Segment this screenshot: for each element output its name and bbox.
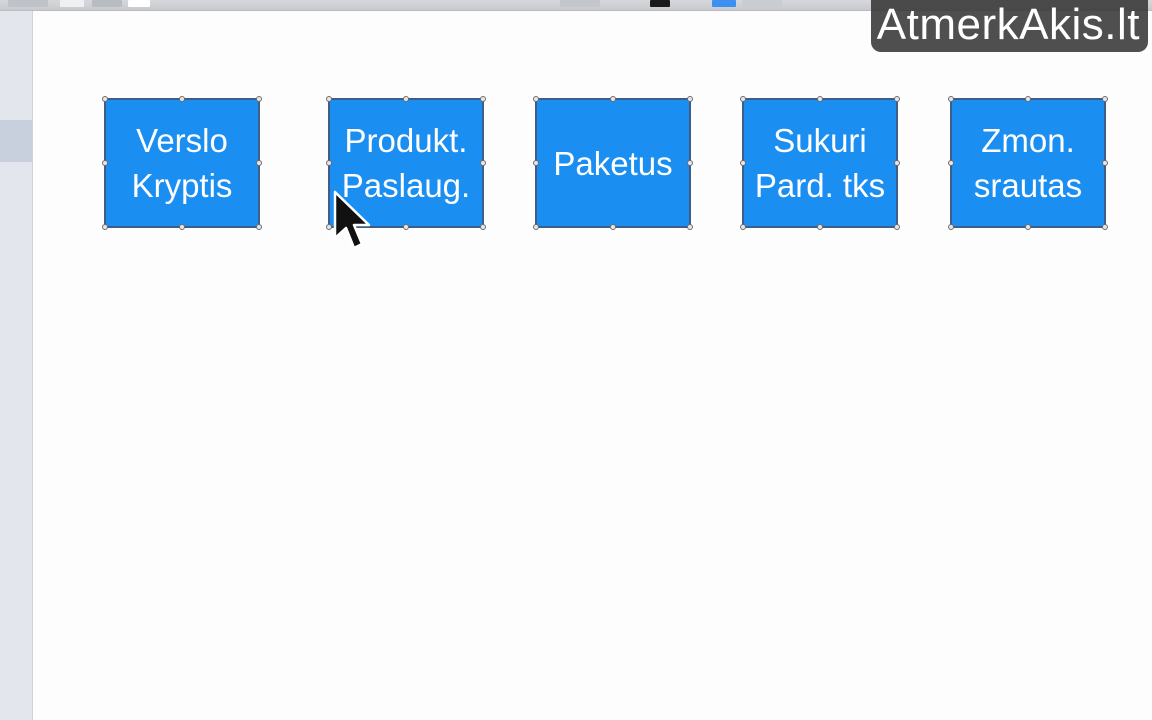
resize-handle[interactable] bbox=[687, 224, 693, 230]
resize-handle[interactable] bbox=[326, 160, 332, 166]
app-window: Verslo Kryptis Produkt. Paslaug. Paketus bbox=[0, 0, 1152, 720]
toolbar-color-swatch[interactable] bbox=[650, 0, 670, 7]
resize-handle[interactable] bbox=[610, 224, 616, 230]
resize-handle[interactable] bbox=[740, 224, 746, 230]
resize-handle[interactable] bbox=[326, 224, 332, 230]
toolbar-control[interactable] bbox=[742, 0, 782, 7]
resize-handle[interactable] bbox=[1102, 224, 1108, 230]
resize-handle[interactable] bbox=[533, 160, 539, 166]
shape-label: Verslo Kryptis bbox=[132, 118, 233, 208]
resize-handle[interactable] bbox=[687, 160, 693, 166]
shape-label-line: Produkt. bbox=[344, 122, 468, 159]
shape-label-line: Verslo bbox=[136, 122, 228, 159]
resize-handle[interactable] bbox=[326, 96, 332, 102]
resize-handle[interactable] bbox=[948, 160, 954, 166]
resize-handle[interactable] bbox=[894, 160, 900, 166]
resize-handle[interactable] bbox=[894, 96, 900, 102]
resize-handle[interactable] bbox=[403, 224, 409, 230]
shape-label-line: Paslaug. bbox=[341, 167, 471, 204]
resize-handle[interactable] bbox=[256, 160, 262, 166]
shape-label-line: Kryptis bbox=[131, 167, 233, 204]
resize-handle[interactable] bbox=[256, 224, 262, 230]
toolbar-control[interactable] bbox=[92, 0, 122, 7]
shape-label: Sukuri Pard. tks bbox=[755, 118, 885, 208]
toolbar-control[interactable] bbox=[560, 0, 600, 7]
resize-handle[interactable] bbox=[480, 96, 486, 102]
resize-handle[interactable] bbox=[948, 224, 954, 230]
resize-handle[interactable] bbox=[740, 96, 746, 102]
resize-handle[interactable] bbox=[1102, 160, 1108, 166]
shape-label-line: Paketus bbox=[553, 144, 673, 182]
shape-box-zmon-srautas[interactable]: Zmon. srautas bbox=[948, 96, 1108, 230]
sidebar-selected-item[interactable] bbox=[0, 120, 32, 162]
resize-handle[interactable] bbox=[687, 96, 693, 102]
resize-handle[interactable] bbox=[256, 96, 262, 102]
toolbar-control[interactable] bbox=[60, 0, 84, 7]
shape-label-line: Pard. tks bbox=[754, 167, 886, 204]
resize-handle[interactable] bbox=[480, 224, 486, 230]
resize-handle[interactable] bbox=[610, 96, 616, 102]
shape-box-verslo-kryptis[interactable]: Verslo Kryptis bbox=[102, 96, 262, 230]
watermark-text: AtmerkAkis.lt bbox=[870, 0, 1148, 52]
resize-handle[interactable] bbox=[102, 160, 108, 166]
toolbar-control[interactable] bbox=[128, 0, 150, 7]
resize-handle[interactable] bbox=[740, 160, 746, 166]
resize-handle[interactable] bbox=[1025, 96, 1031, 102]
shape-box-produkt-paslaug[interactable]: Produkt. Paslaug. bbox=[326, 96, 486, 230]
toolbar-control[interactable] bbox=[8, 0, 48, 7]
resize-handle[interactable] bbox=[102, 96, 108, 102]
resize-handle[interactable] bbox=[480, 160, 486, 166]
shape-box-sukuri-pard-tks[interactable]: Sukuri Pard. tks bbox=[740, 96, 900, 230]
resize-handle[interactable] bbox=[817, 224, 823, 230]
toolbar-color-swatch[interactable] bbox=[712, 0, 736, 7]
shape-box-paketus[interactable]: Paketus bbox=[533, 96, 693, 230]
shape-label: Zmon. srautas bbox=[974, 118, 1082, 208]
resize-handle[interactable] bbox=[102, 224, 108, 230]
resize-handle[interactable] bbox=[533, 96, 539, 102]
shape-label: Paketus bbox=[553, 141, 672, 186]
shape-label-line: Sukuri bbox=[773, 122, 867, 159]
resize-handle[interactable] bbox=[894, 224, 900, 230]
resize-handle[interactable] bbox=[1025, 224, 1031, 230]
shape-label-line: Zmon. bbox=[981, 122, 1075, 159]
resize-handle[interactable] bbox=[1102, 96, 1108, 102]
shape-label-line: srautas bbox=[973, 167, 1083, 204]
resize-handle[interactable] bbox=[179, 224, 185, 230]
left-sidebar[interactable] bbox=[0, 11, 33, 720]
resize-handle[interactable] bbox=[179, 96, 185, 102]
resize-handle[interactable] bbox=[533, 224, 539, 230]
resize-handle[interactable] bbox=[403, 96, 409, 102]
resize-handle[interactable] bbox=[817, 96, 823, 102]
resize-handle[interactable] bbox=[948, 96, 954, 102]
shape-label: Produkt. Paslaug. bbox=[342, 118, 470, 208]
